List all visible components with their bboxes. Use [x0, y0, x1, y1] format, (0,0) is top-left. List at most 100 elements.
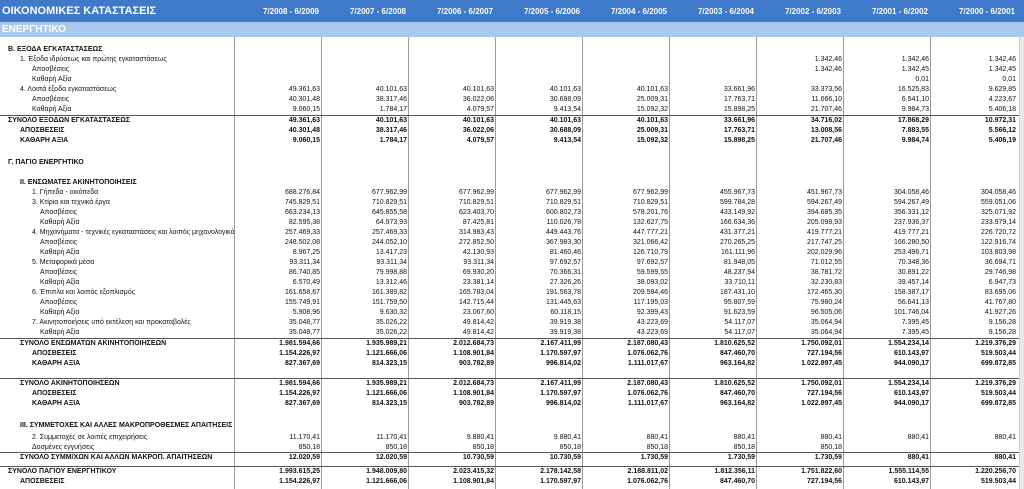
vertical-scrollbar[interactable] [1019, 37, 1024, 489]
row-label: 4. Μηχανήματα - τεχνικές εγκαταστάσεις κ… [32, 229, 234, 236]
value-cell: 610.143,97 [893, 350, 929, 357]
value-cell: 1.022.897,45 [801, 400, 842, 407]
value-cell: 1.219.376,29 [975, 380, 1016, 387]
table-row: ΙΙ. ΕΝΣΩΜΑΤΕΣ ΑΚΙΝΗΤΟΠΟΙΗΣΕΙΣ [0, 178, 1019, 188]
period-header: 7/2006 - 6/2007 [436, 6, 493, 16]
value-cell: 1.170.597,97 [540, 478, 581, 485]
table-row: Καθαρή Αξία 6.570,49 13.312,46 23.381,14 27.… [0, 278, 1019, 288]
value-cell: 49.814,42 [462, 329, 494, 336]
value-cell: 33.661,96 [723, 117, 755, 124]
value-cell: 1.121.666,06 [366, 390, 407, 397]
table-row: 7. Ακινητοποιήσεις υπό εκτέλεση και προκ… [0, 318, 1019, 328]
table-row: ΑΠΟΣΒΕΣΕΙΣ 40.301,48 38.317,46 36.022,06 30.… [0, 126, 1019, 136]
statement-table: Β. ΕΞΟΔΑ ΕΓΚΑΤΑΣΤΑΣΕΩΣ 1. Έξοδα ιδρύσεως … [0, 37, 1019, 489]
table-row: 5. Μεταφορικά μέσα 93.311,34 93.311,34 93.3… [0, 258, 1019, 268]
value-cell: 142.715,44 [458, 299, 494, 306]
value-cell: 49.814,42 [462, 319, 494, 326]
value-cell: 847.460,70 [719, 350, 755, 357]
value-cell: 645.855,58 [371, 209, 407, 216]
value-cell: 40.101,63 [462, 117, 494, 124]
value-cell: 40.101,63 [375, 117, 407, 124]
value-cell: 1.154.226,97 [279, 390, 320, 397]
value-cell: 33.373,56 [810, 86, 842, 93]
value-cell: 944.090,17 [893, 400, 929, 407]
value-cell: 1.730,59 [640, 454, 668, 461]
value-cell: 161.111,96 [721, 249, 755, 256]
row-label: Αποσβέσεις [40, 209, 78, 216]
value-cell: 35.048,77 [288, 329, 320, 336]
value-cell: 727.194,56 [806, 350, 842, 357]
value-cell: 519.503,44 [980, 390, 1016, 397]
table-row: 4. Μηχανήματα - τεχνικές εγκαταστάσεις κ… [0, 228, 1019, 238]
value-cell: 1.342,46 [814, 56, 842, 63]
value-cell: 49.361,63 [288, 117, 320, 124]
value-cell: 5.566,12 [988, 127, 1016, 134]
value-cell: 419.777,21 [893, 229, 929, 236]
table-row: Αποσβέσεις 1.342,46 1.342,45 1.342,45 [0, 65, 1019, 75]
value-cell: 11.666,10 [811, 96, 842, 103]
value-cell: 1.111.017,67 [627, 360, 668, 367]
value-cell: 394.685,35 [806, 209, 842, 216]
value-cell: 321.066,42 [632, 239, 668, 246]
value-cell: 6.570,49 [292, 279, 320, 286]
value-cell: 710.829,51 [632, 199, 668, 206]
value-cell: 16.525,83 [897, 86, 929, 93]
table-row: ΑΠΟΣΒΕΣΕΙΣ 1.154.226,97 1.121.666,06 1.108.… [0, 477, 1019, 487]
row-label: ΚΑΘΑΡΗ ΑΞΙΑ [32, 360, 81, 367]
value-cell: 161.658,67 [284, 289, 320, 296]
value-cell: 663.234,13 [284, 209, 320, 216]
table-row: Καθαρή Αξία 35.048,77 35.026,22 49.814,42 39… [0, 328, 1019, 338]
value-cell: 9.880,41 [553, 434, 581, 441]
value-cell: 92.399,43 [636, 309, 668, 316]
value-cell: 103.803,98 [980, 249, 1016, 256]
value-cell: 11.170,41 [376, 434, 407, 441]
value-cell: 32.230,83 [810, 279, 842, 286]
value-cell: 69.930,20 [462, 269, 494, 276]
period-header: 7/2001 - 6/2002 [871, 6, 928, 16]
value-cell: 1.554.234,14 [888, 340, 929, 347]
value-cell: 1.935.989,21 [366, 340, 407, 347]
value-cell: 93.311,34 [463, 259, 494, 266]
value-cell: 39.919,38 [549, 319, 581, 326]
value-cell: 2.167.411,99 [540, 340, 582, 347]
value-cell: 21.707,46 [810, 106, 842, 113]
value-cell: 710.829,51 [545, 199, 581, 206]
value-cell: 9.984,73 [901, 106, 929, 113]
value-cell: 4.079,57 [466, 106, 494, 113]
value-cell: 25.009,31 [636, 96, 668, 103]
value-cell: 610.143,97 [893, 478, 929, 485]
value-cell: 1.170.597,97 [540, 390, 581, 397]
table-row: 3. Κτίρια και τεχνικά έργα 745.829,51 710.… [0, 198, 1019, 208]
value-cell: 1.342,45 [988, 66, 1016, 73]
value-cell: 15.898,25 [723, 137, 755, 144]
value-cell: 248.502,08 [284, 239, 320, 246]
row-label: ΑΠΟΣΒΕΣΕΙΣ [32, 350, 77, 357]
value-cell: 17.868,29 [897, 117, 929, 124]
row-label: Καθαρή Αξία [40, 309, 80, 316]
value-cell: 17.763,71 [723, 96, 755, 103]
value-cell: 1.948.009,80 [366, 468, 407, 475]
value-cell: 1.108.901,84 [453, 390, 494, 397]
value-cell: 41.767,80 [984, 299, 1016, 306]
row-label: Αποσβέσεις [32, 66, 70, 73]
value-cell: 117.195,03 [633, 299, 668, 306]
table-row: ΚΑΘΑΡΗ ΑΞΙΑ 9.060,15 1.784,17 4.079,57 9.413… [0, 136, 1019, 146]
value-cell: 356.331,12 [893, 209, 929, 216]
value-cell: 9.156,28 [988, 329, 1016, 336]
value-cell: 187.431,10 [719, 289, 755, 296]
value-cell: 903.782,89 [458, 400, 494, 407]
row-label: Β. ΕΞΟΔΑ ΕΓΚΑΤΑΣΤΑΣΕΩΣ [8, 46, 103, 53]
value-cell: 1.555.114,55 [888, 468, 930, 475]
row-label: ΑΠΟΣΒΕΣΕΙΣ [32, 390, 77, 397]
row-label: Αποσβέσεις [40, 269, 78, 276]
value-cell: 677.962,99 [371, 189, 407, 196]
row-label: Καθαρή Αξία [40, 279, 80, 286]
table-row: ΣΥΝΟΛΟ ΕΞΟΔΩΝ ΕΓΚΑΤΑΣΤΑΣΕΩΣ 49.361,63 40.1… [0, 116, 1019, 126]
row-label: ΑΠΟΣΒΕΣΕΙΣ [20, 127, 65, 134]
row-label: Καθαρή Αξία [32, 106, 72, 113]
value-cell: 23.381,14 [462, 279, 494, 286]
row-label: ΣΥΝΟΛΟ ΠΑΓΙΟΥ ΕΝΕΡΓΗΤΙΚΟΥ [8, 468, 117, 475]
row-label: 3. Κτίρια και τεχνικά έργα [32, 199, 110, 206]
value-cell: 814.323,15 [371, 360, 407, 367]
value-cell: 233.979,14 [980, 219, 1016, 226]
